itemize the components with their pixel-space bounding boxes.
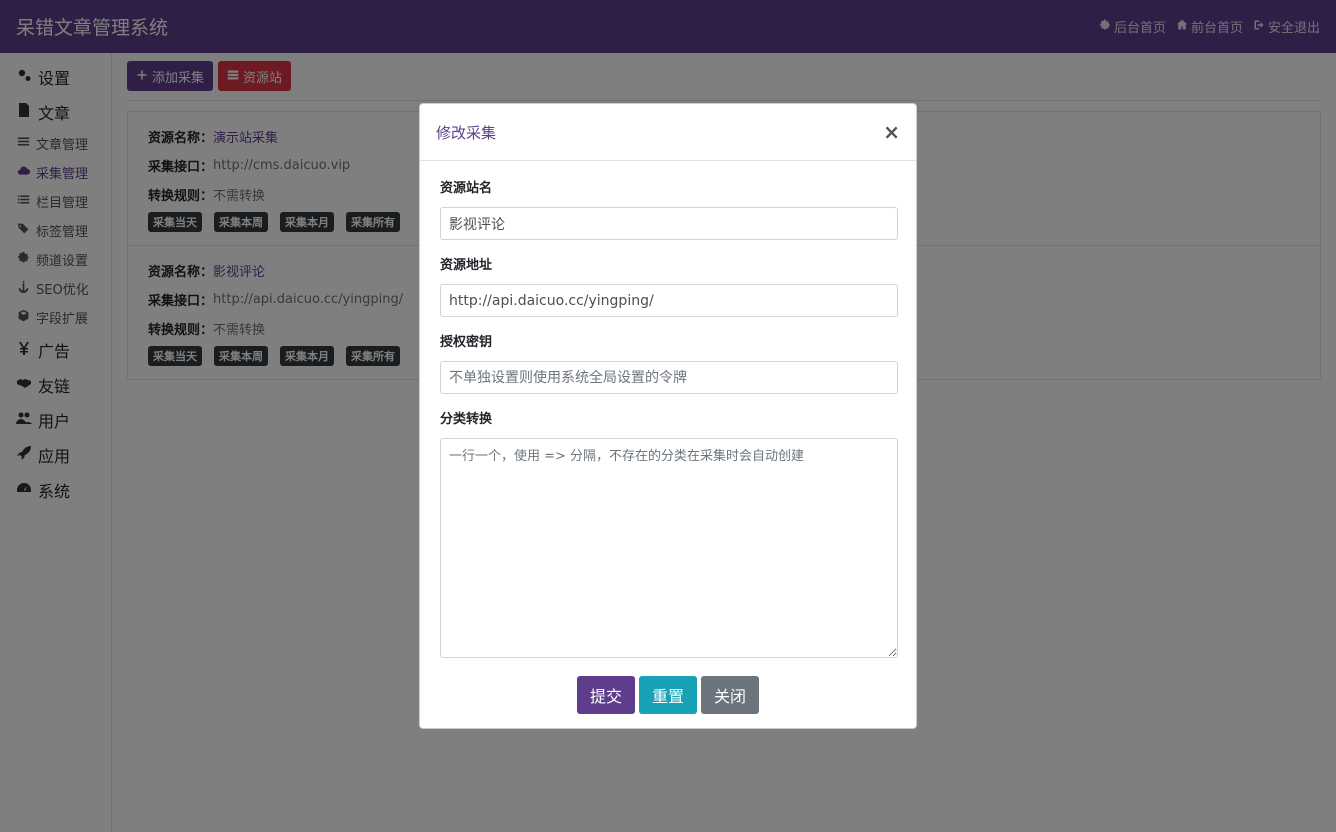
close-button[interactable]: 关闭 xyxy=(701,676,760,714)
reset-button[interactable]: 重置 xyxy=(638,676,697,714)
modal-title: 修改采集 xyxy=(436,123,497,142)
submit-button[interactable]: 提交 xyxy=(576,676,635,714)
category-field: 分类转换 xyxy=(440,408,898,662)
site-name-field: 资源站名 xyxy=(440,177,898,240)
site-name-label: 资源站名 xyxy=(440,181,493,196)
category-textarea[interactable] xyxy=(440,438,898,658)
site-url-input[interactable] xyxy=(440,284,898,317)
site-url-label: 资源地址 xyxy=(440,258,493,273)
site-url-field: 资源地址 xyxy=(440,254,898,317)
token-field: 授权密钥 xyxy=(440,331,898,394)
modal-footer: 提交 重置 关闭 xyxy=(440,676,896,714)
edit-collection-modal: 修改采集 × 资源站名 资源地址 授权密钥 分类转换 提交 重置 关闭 xyxy=(419,103,917,729)
token-label: 授权密钥 xyxy=(440,335,493,350)
close-icon[interactable]: × xyxy=(883,122,900,142)
site-name-input[interactable] xyxy=(440,207,898,240)
modal-body: 资源站名 资源地址 授权密钥 分类转换 提交 重置 关闭 xyxy=(420,161,916,714)
category-label: 分类转换 xyxy=(440,412,493,427)
modal-header: 修改采集 × xyxy=(420,104,916,161)
token-input[interactable] xyxy=(440,361,898,394)
